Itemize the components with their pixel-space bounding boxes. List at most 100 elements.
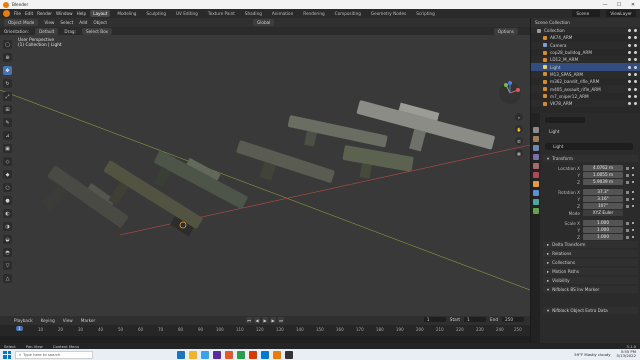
menu-marker[interactable]: Marker (81, 318, 95, 323)
taskbar-app-icon[interactable] (225, 350, 233, 359)
physics-tab-icon[interactable] (532, 199, 539, 205)
eye-icon[interactable] (628, 29, 631, 33)
location-z-field[interactable]: 5.9039 m (583, 179, 623, 185)
weather-widget[interactable]: 59°F Mostly cloudy (574, 352, 610, 357)
eye-icon[interactable] (628, 72, 631, 76)
tab-texture-paint[interactable]: Texture Paint (205, 10, 238, 17)
camera-icon[interactable] (634, 65, 637, 69)
add-cube-tool-icon[interactable]: ▣ (3, 144, 12, 153)
lock-icon[interactable] (626, 190, 629, 194)
tab-layout[interactable]: Layout (90, 10, 111, 17)
blender-menu-icon[interactable] (3, 10, 10, 17)
eye-icon[interactable] (628, 36, 631, 40)
next-key-icon[interactable]: ▶ (270, 317, 276, 323)
menu-timeline-view[interactable]: View (63, 318, 73, 323)
grid-icon[interactable]: ▦ (515, 149, 523, 157)
camera-view-icon[interactable]: ⎚ (515, 137, 523, 145)
location-y-field[interactable]: 1.0055 m (583, 172, 623, 178)
taskbar-search-input[interactable]: ⌕ Type here to search (15, 350, 93, 359)
menu-view[interactable]: View (44, 20, 54, 25)
menu-file[interactable]: File (14, 11, 21, 16)
play-icon[interactable]: ▶ (262, 317, 268, 323)
extra-tool-icon[interactable]: ◓ (3, 248, 12, 257)
keyframe-icon[interactable] (632, 222, 634, 224)
tab-compositing[interactable]: Compositing (332, 10, 364, 17)
camera-icon[interactable] (634, 43, 637, 47)
render-tab-icon[interactable] (532, 136, 539, 142)
eye-icon[interactable] (628, 102, 631, 106)
scale-x-field[interactable]: 1.000 (583, 220, 623, 226)
start-frame-field[interactable]: 1 (464, 317, 487, 322)
collections-section[interactable]: ▸ Collections (543, 259, 638, 266)
rotation-y-field[interactable]: 3.16° (583, 196, 623, 202)
timeline-body[interactable] (0, 336, 530, 343)
keyframe-icon[interactable] (632, 198, 634, 200)
camera-icon[interactable] (634, 80, 637, 84)
tab-scripting[interactable]: Scripting (413, 10, 438, 17)
scale-tool-icon[interactable]: ⤢ (3, 92, 12, 101)
lock-icon[interactable] (626, 197, 629, 201)
lock-icon[interactable] (626, 204, 629, 208)
eye-icon[interactable] (628, 80, 631, 84)
timeline-ruler[interactable]: 1 10 20 30 40 50 60 70 80 90 100 110 120… (0, 325, 530, 336)
scene-tab-icon[interactable] (532, 163, 539, 169)
menu-help[interactable]: Help (77, 11, 87, 16)
outliner-item[interactable]: m7_sniper12_ARM (531, 93, 640, 100)
eye-icon[interactable] (628, 94, 631, 98)
close-icon[interactable]: ✕ (626, 0, 640, 9)
taskbar-app-icon[interactable] (261, 350, 269, 359)
extra-tool-icon[interactable]: ◑ (3, 222, 12, 231)
weapon-model[interactable] (145, 144, 252, 225)
tab-geometry-nodes[interactable]: Geometry Nodes (368, 10, 409, 17)
keyframe-icon[interactable] (632, 236, 634, 238)
outliner-item[interactable]: Camera (531, 41, 640, 49)
extra-tool-icon[interactable]: ▽ (3, 261, 12, 270)
keyframe-icon[interactable] (632, 174, 634, 176)
orientation-dropdown[interactable]: Default (35, 27, 59, 35)
rotation-mode-dropdown[interactable]: XYZ Euler (583, 210, 623, 216)
taskbar-app-icon[interactable] (237, 350, 245, 359)
tab-animation[interactable]: Animation (269, 10, 296, 17)
object-tab-icon[interactable] (532, 181, 539, 187)
menu-object[interactable]: Object (93, 20, 107, 25)
minimize-icon[interactable]: — (598, 0, 612, 9)
jump-start-icon[interactable]: ⏮ (246, 317, 252, 323)
eye-icon[interactable] (628, 43, 631, 47)
view-layer-tab-icon[interactable] (532, 154, 539, 160)
zoom-icon[interactable]: ⌕ (515, 113, 523, 121)
rotate-tool-icon[interactable]: ↻ (3, 79, 12, 88)
tab-modeling[interactable]: Modeling (114, 10, 139, 17)
menu-render[interactable]: Render (37, 11, 52, 16)
outliner-item[interactable]: M13_SPAS_ARM (531, 70, 640, 79)
lock-icon[interactable] (626, 228, 629, 232)
scale-z-field[interactable]: 1.000 (583, 234, 623, 240)
taskbar-app-icon[interactable] (249, 350, 257, 359)
navigation-gizmo-icon[interactable] (498, 81, 522, 105)
current-frame-field[interactable]: 1 (423, 317, 446, 322)
lock-icon[interactable] (626, 180, 629, 184)
eye-icon[interactable] (628, 87, 631, 91)
properties-search-input[interactable] (545, 117, 585, 123)
frame-cursor[interactable]: 1 (16, 326, 23, 331)
world-tab-icon[interactable] (532, 172, 539, 178)
menu-select[interactable]: Select (60, 20, 73, 25)
extra-tool-icon[interactable]: ◒ (3, 235, 12, 244)
clock[interactable]: 5:55 PM 5/13/2022 (617, 349, 636, 359)
outliner-item[interactable]: VK78_ARM (531, 99, 640, 108)
taskbar-app-icon[interactable] (201, 350, 209, 359)
outliner-item[interactable]: m405_assault_rifle_ARM (531, 85, 640, 93)
location-x-field[interactable]: 4.0762 m (583, 165, 623, 171)
rotation-z-field[interactable]: 107° (583, 203, 623, 209)
extra-tool-icon[interactable]: △ (3, 274, 12, 283)
pan-icon[interactable]: ✋ (515, 125, 523, 133)
camera-icon[interactable] (634, 58, 637, 62)
view-layer-field[interactable]: ViewLayer (606, 10, 636, 17)
tab-shading[interactable]: Shading (242, 10, 265, 17)
outliner-item[interactable]: LD12_M_ARM (531, 56, 640, 64)
extra-tool-icon[interactable]: ◐ (3, 209, 12, 218)
drag-dropdown[interactable]: Select Box (81, 27, 113, 35)
tool-tab-icon[interactable] (532, 127, 539, 133)
lock-icon[interactable] (626, 173, 629, 177)
delta-transform-section[interactable]: ▸ Delta Transform (543, 241, 638, 248)
windows-start-icon[interactable] (3, 350, 11, 359)
